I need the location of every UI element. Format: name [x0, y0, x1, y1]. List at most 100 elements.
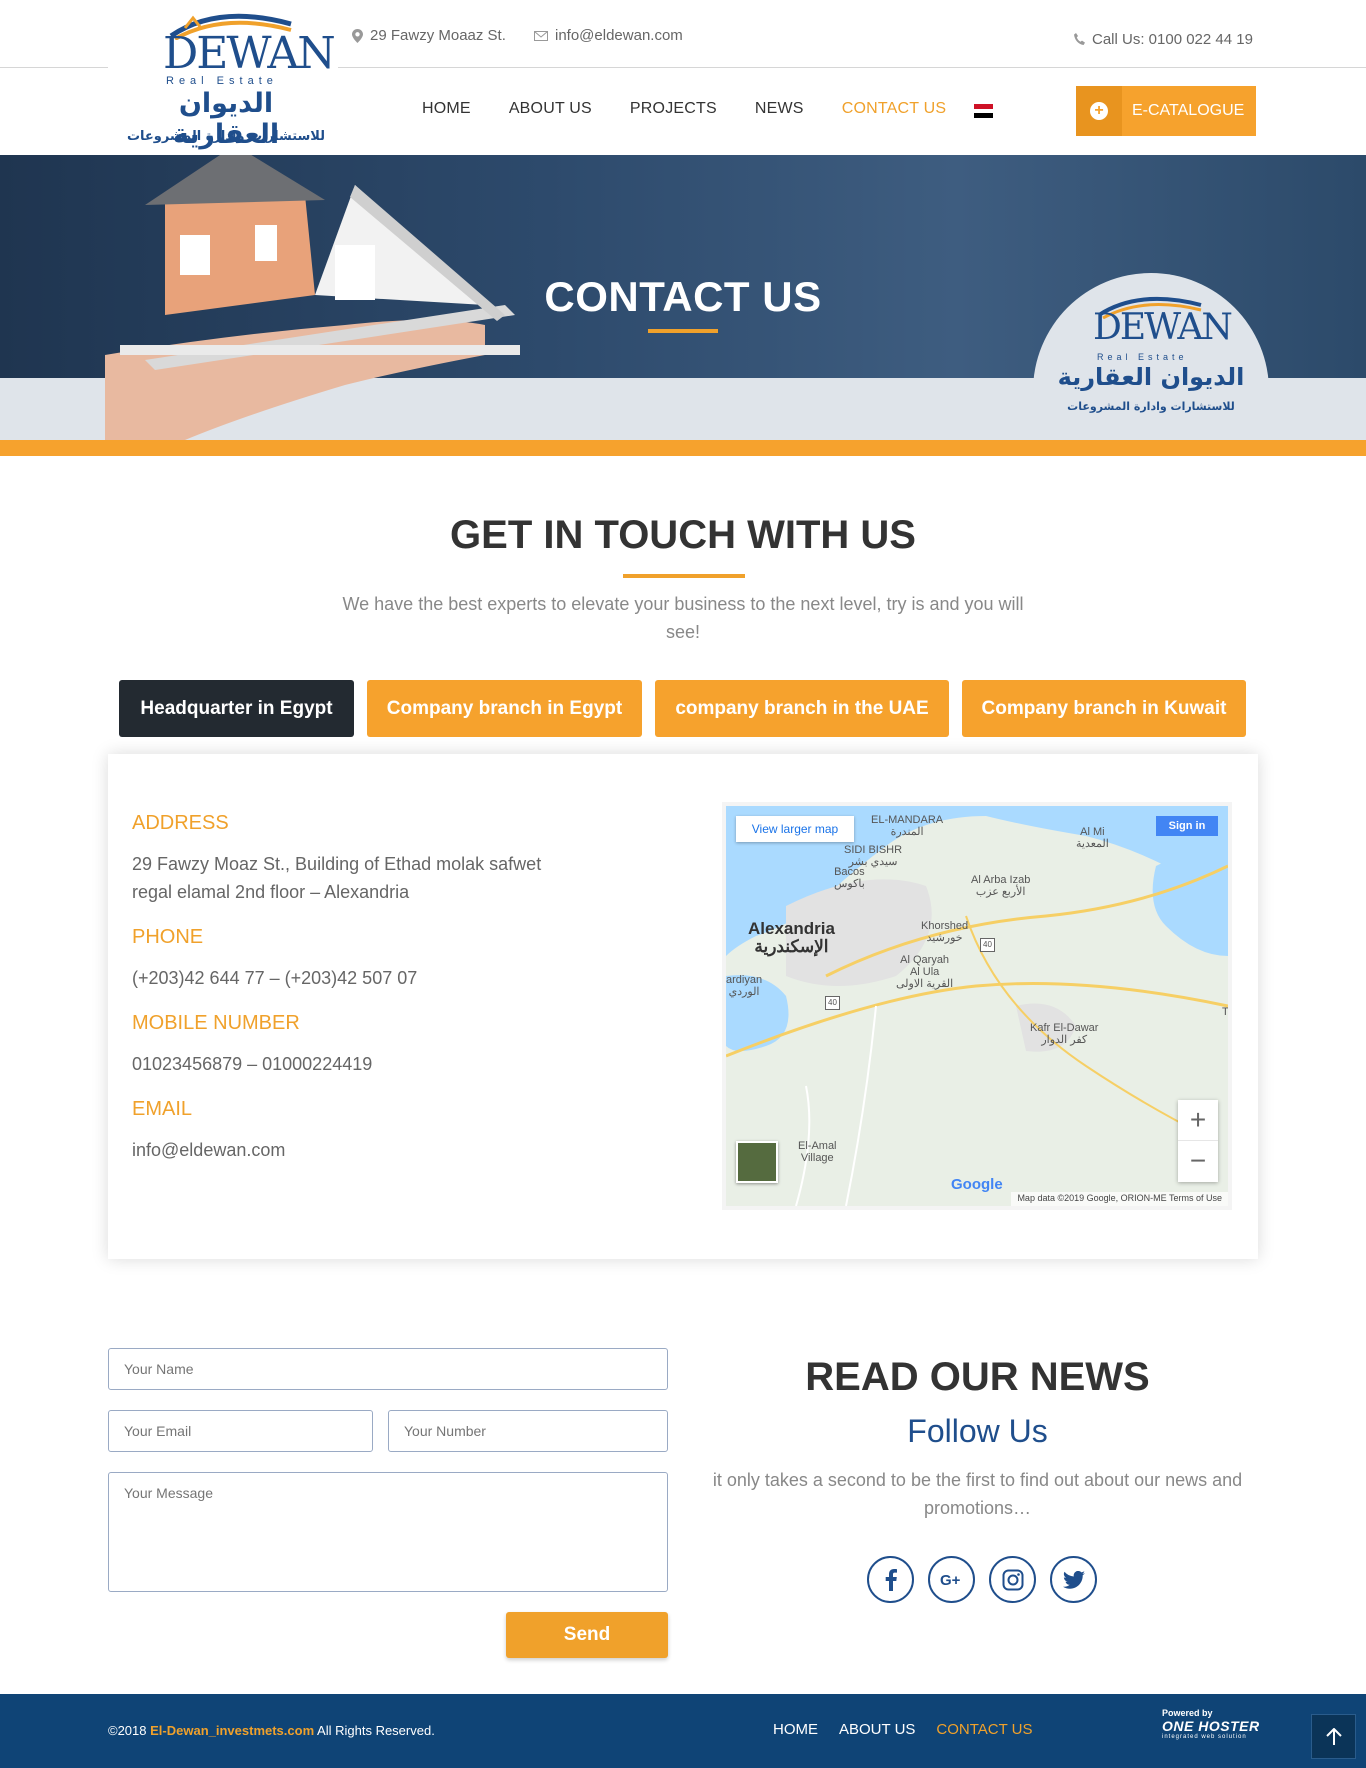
map-label-khorshed: Khorshed خورشيد [921, 920, 969, 944]
map-label-sidi-bishr: SIDI BISHR سيدي بشر [844, 844, 903, 868]
back-to-top-button[interactable] [1311, 1714, 1356, 1759]
plus-icon: + [1076, 86, 1122, 136]
header-address: 29 Fawzy Moaaz St. [370, 27, 506, 44]
badge-latin: DEWAN [1093, 307, 1233, 348]
footer-nav-contact-us[interactable]: CONTACT US [936, 1721, 1032, 1738]
map-label-alexandria: Alexandria الإسكندرية [748, 919, 835, 956]
email-info[interactable]: info@eldewan.com [534, 27, 683, 44]
badge-arabic-tagline: للاستشارات وادارة المشروعات [1067, 400, 1235, 413]
logo-latin: DEWAN [163, 28, 336, 79]
arrow-up-icon [1325, 1727, 1342, 1745]
envelope-icon [534, 30, 548, 41]
map-label-mandara: EL-MANDARA المندرة [871, 814, 944, 838]
phone-value[interactable]: (+203)42 644 77 – (+203)42 507 07 [132, 964, 417, 992]
get-in-touch-underline [623, 574, 745, 578]
send-button[interactable]: Send [506, 1612, 668, 1658]
map-label-ardiyan: ardiyan الوردي [726, 974, 763, 998]
footer-nav-about-us[interactable]: ABOUT US [839, 1721, 915, 1738]
contact-card: ADDRESS 29 Fawzy Moaz St., Building of E… [108, 754, 1258, 1259]
zoom-out-button[interactable]: − [1178, 1141, 1218, 1182]
copyright-site-link[interactable]: El-Dewan_investmets.com [150, 1723, 314, 1738]
hero-title-underline [648, 329, 718, 333]
map-zoom-control: + − [1178, 1100, 1218, 1182]
get-in-touch-intro: We have the best experts to elevate your… [342, 594, 1024, 642]
address-info: 29 Fawzy Moaaz St. [352, 27, 506, 44]
address-line-2: regal elamal 2nd floor – Alexandria [132, 882, 410, 902]
address-label: ADDRESS [132, 812, 229, 834]
header-email[interactable]: info@eldewan.com [555, 27, 683, 44]
site-logo[interactable]: DEWAN Real Estate الديوان العقارية للاست… [108, 0, 338, 155]
powered-by-logo[interactable]: Powered by ONE HOSTER integrated web sol… [1162, 1708, 1260, 1740]
name-input[interactable] [108, 1348, 668, 1390]
map-label-t: T [1222, 1006, 1229, 1018]
badge-arabic-name: الديوان العقارية [1057, 363, 1245, 391]
map-label-al-mi: Al Mi المعدية [1076, 826, 1109, 850]
google-map[interactable]: View larger map Sign in EL-MANDARA المندر… [722, 802, 1232, 1210]
copyright: ©2018 El-Dewan_investmets.com All Rights… [108, 1723, 435, 1738]
facebook-icon[interactable] [867, 1556, 914, 1603]
zoom-in-button[interactable]: + [1178, 1100, 1218, 1141]
map-label-bacos: Bacos باكوس [834, 866, 865, 890]
hero-orange-bar [0, 440, 1366, 456]
email-value[interactable]: info@eldewan.com [132, 1136, 285, 1164]
copyright-year: ©2018 [108, 1723, 147, 1738]
logo-arabic-tagline: للاستشارات وادارة المشروعات [126, 129, 326, 144]
nav-about-us[interactable]: ABOUT US [509, 100, 592, 118]
instagram-icon[interactable] [989, 1556, 1036, 1603]
nav-news[interactable]: NEWS [755, 100, 804, 118]
location-pin-icon [352, 28, 363, 43]
main-nav: HOME ABOUT US PROJECTS NEWS CONTACT US [422, 100, 984, 118]
get-in-touch-title: GET IN TOUCH WITH US [450, 513, 916, 557]
powered-by-label: Powered by [1162, 1708, 1213, 1718]
hero-banner: CONTACT US DEWAN Real Estate الديوان الع… [0, 155, 1366, 440]
google-logo: Google [951, 1176, 1003, 1193]
tab-branch-kuwait[interactable]: Company branch in Kuwait [962, 680, 1246, 737]
tab-headquarter-egypt[interactable]: Headquarter in Egypt [119, 680, 354, 737]
powered-by-name: ONE HOSTER [1162, 1718, 1260, 1734]
map-label-kafr-el-dawar: Kafr El-Dawar كفر الدوار [1030, 1022, 1099, 1046]
egypt-flag-icon[interactable] [974, 104, 993, 118]
phone-label: PHONE [132, 926, 204, 948]
nav-contact-us[interactable]: CONTACT US [842, 100, 947, 118]
phone-icon [1074, 33, 1085, 45]
email-input[interactable] [108, 1410, 373, 1452]
footer-nav-home[interactable]: HOME [773, 1721, 818, 1738]
follow-us-heading: Follow Us [907, 1413, 1048, 1449]
nav-home[interactable]: HOME [422, 100, 471, 118]
map-road-shield-40: 40 [980, 938, 995, 952]
site-footer: ©2018 El-Dewan_investmets.com All Rights… [0, 1694, 1366, 1768]
mobile-label: MOBILE NUMBER [132, 1012, 300, 1034]
map-label-qaryah: Al Qaryah Al Ula القرية الاولى [896, 954, 954, 990]
tab-branch-egypt[interactable]: Company branch in Egypt [367, 680, 642, 737]
svg-text:G+: G+ [940, 1572, 961, 1588]
logo-subtitle: Real Estate [166, 75, 278, 87]
social-links: G+ [867, 1556, 1097, 1603]
map-label-el-amal: El-Amal Village [798, 1140, 837, 1164]
address-line-1: 29 Fawzy Moaz St., Building of Ethad mol… [132, 854, 542, 874]
number-input[interactable] [388, 1410, 668, 1452]
twitter-icon[interactable] [1050, 1556, 1097, 1603]
badge-subtitle: Real Estate [1097, 352, 1188, 362]
e-catalogue-button[interactable]: + E-CATALOGUE [1076, 86, 1256, 136]
map-road-shield-40-b: 40 [825, 996, 840, 1010]
email-label: EMAIL [132, 1098, 193, 1120]
footer-nav: HOME ABOUT US CONTACT US [773, 1721, 1054, 1738]
branch-tabs: Headquarter in Egypt Company branch in E… [119, 680, 1259, 737]
map-sign-in-button[interactable]: Sign in [1156, 816, 1218, 836]
tab-branch-uae[interactable]: company branch in the UAE [655, 680, 949, 737]
call-info[interactable]: Call Us: 0100 022 44 19 [1074, 31, 1253, 48]
google-plus-icon[interactable]: G+ [928, 1556, 975, 1603]
satellite-toggle[interactable] [736, 1141, 778, 1183]
mobile-value[interactable]: 01023456879 – 01000224419 [132, 1050, 372, 1078]
e-catalogue-label: E-CATALOGUE [1132, 102, 1245, 119]
header-call[interactable]: Call Us: 0100 022 44 19 [1092, 31, 1253, 48]
view-larger-map-button[interactable]: View larger map [736, 816, 854, 842]
nav-projects[interactable]: PROJECTS [630, 100, 717, 118]
copyright-rest: All Rights Reserved. [317, 1723, 435, 1738]
powered-by-tagline: integrated web solution [1162, 1734, 1247, 1740]
map-credits[interactable]: Map data ©2019 Google, ORION-ME Terms of… [1011, 1192, 1228, 1206]
news-text: it only takes a second to be the first t… [712, 1470, 1243, 1518]
news-title: READ OUR NEWS [805, 1355, 1150, 1399]
map-label-arba-izab: Al Arba Izab الأربع عزب [971, 874, 1031, 898]
message-textarea[interactable] [108, 1472, 668, 1592]
